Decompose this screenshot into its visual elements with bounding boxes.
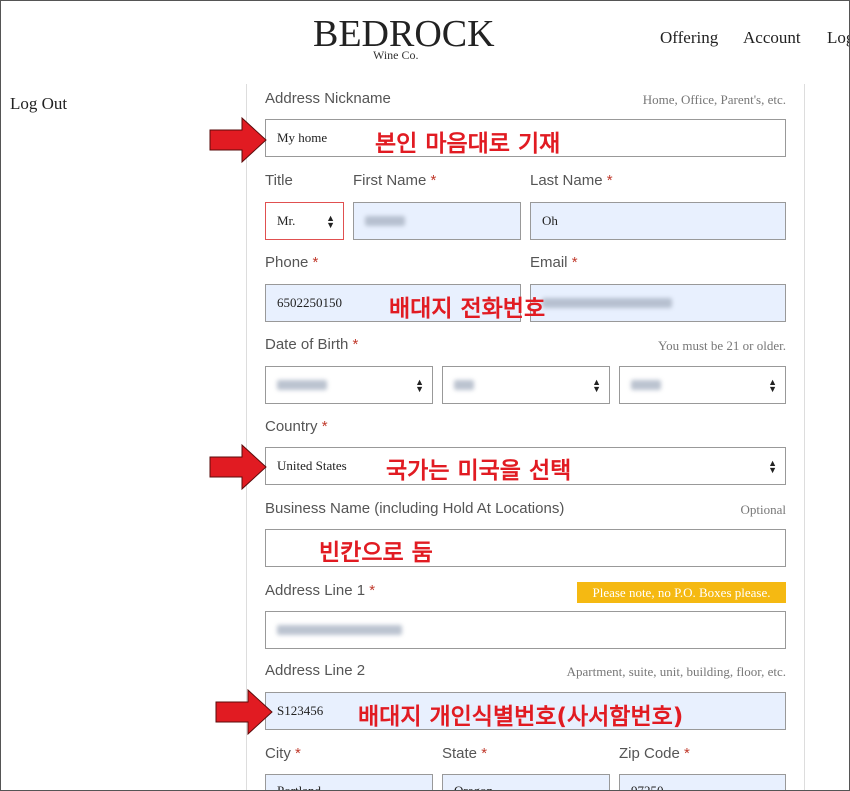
- redacted-email: [542, 298, 672, 308]
- select-arrows-icon: ▲ ▼: [326, 213, 335, 230]
- sidebar-logout-link[interactable]: Log Out: [10, 94, 67, 114]
- city-input[interactable]: Portland: [265, 774, 433, 791]
- zip-input[interactable]: 97250: [619, 774, 786, 791]
- last-name-value: Oh: [542, 213, 558, 228]
- annotation-phone: 배대지 전화번호: [389, 296, 546, 322]
- country-label: Country *: [265, 418, 328, 435]
- red-arrow-icon: [209, 116, 267, 164]
- address1-input[interactable]: [265, 611, 786, 649]
- address2-label: Address Line 2: [265, 662, 366, 679]
- redacted-month: [277, 380, 327, 390]
- redacted-address1: [277, 625, 402, 635]
- annotation-business: 빈칸으로 둠: [319, 540, 433, 566]
- nickname-hint: Home, Office, Parent's, etc.: [642, 92, 786, 107]
- city-label: City *: [265, 745, 301, 762]
- first-name-label: First Name *: [353, 172, 437, 189]
- annotation-country: 국가는 미국을 선택: [386, 458, 572, 484]
- email-label: Email *: [530, 254, 578, 271]
- po-box-notice: Please note, no P.O. Boxes please.: [577, 582, 786, 603]
- address-form: [246, 84, 805, 791]
- logo-subtitle: Wine Co.: [373, 48, 419, 62]
- annotation-nickname: 본인 마음대로 기재: [375, 131, 561, 157]
- address2-value: S123456: [277, 703, 324, 718]
- first-name-input[interactable]: [353, 202, 521, 240]
- dob-hint: You must be 21 or older.: [658, 338, 786, 353]
- nav-offering[interactable]: Offering: [660, 28, 718, 48]
- dob-day-select[interactable]: ▲ ▼: [442, 366, 610, 404]
- title-value: Mr.: [277, 213, 296, 228]
- last-name-label: Last Name *: [530, 172, 613, 189]
- nickname-value: My home: [277, 130, 328, 145]
- nav-account[interactable]: Account: [743, 28, 801, 48]
- state-select[interactable]: Oregon: [442, 774, 610, 791]
- business-label: Business Name (including Hold At Locatio…: [265, 500, 565, 517]
- redacted-first-name: [365, 216, 405, 226]
- red-arrow-icon: [215, 688, 273, 736]
- title-label: Title: [265, 172, 293, 189]
- business-hint: Optional: [740, 502, 787, 517]
- dob-month-select[interactable]: ▲ ▼: [265, 366, 433, 404]
- country-value: United States: [277, 458, 347, 473]
- select-arrows-icon: ▲ ▼: [768, 458, 777, 475]
- state-label: State *: [442, 745, 488, 762]
- select-arrows-icon: ▲ ▼: [415, 377, 424, 394]
- dob-year-select[interactable]: ▲ ▼: [619, 366, 786, 404]
- annotation-address2: 배대지 개인식별번호(사서함번호): [358, 704, 684, 730]
- address1-label: Address Line 1 *: [265, 582, 376, 599]
- redacted-day: [454, 380, 474, 390]
- phone-label: Phone *: [265, 254, 319, 271]
- select-arrows-icon: ▲ ▼: [768, 377, 777, 394]
- title-select[interactable]: Mr. ▲ ▼: [265, 202, 344, 240]
- redacted-year: [631, 380, 661, 390]
- bedrock-logo[interactable]: BEDROCK Wine Co.: [313, 14, 495, 62]
- zip-label: Zip Code *: [619, 745, 690, 762]
- address2-hint: Apartment, suite, unit, building, floor,…: [566, 664, 786, 679]
- city-value: Portland: [277, 783, 322, 791]
- nickname-label: Address Nickname: [265, 90, 391, 107]
- phone-value: 6502250150: [277, 295, 342, 310]
- last-name-input[interactable]: Oh: [530, 202, 786, 240]
- state-value: Oregon: [454, 783, 493, 791]
- dob-label: Date of Birth *: [265, 336, 359, 353]
- email-input[interactable]: [530, 284, 786, 322]
- zip-value: 97250: [631, 783, 664, 791]
- red-arrow-icon: [209, 443, 267, 491]
- nav-log[interactable]: Log: [827, 28, 850, 48]
- select-arrows-icon: ▲ ▼: [592, 377, 601, 394]
